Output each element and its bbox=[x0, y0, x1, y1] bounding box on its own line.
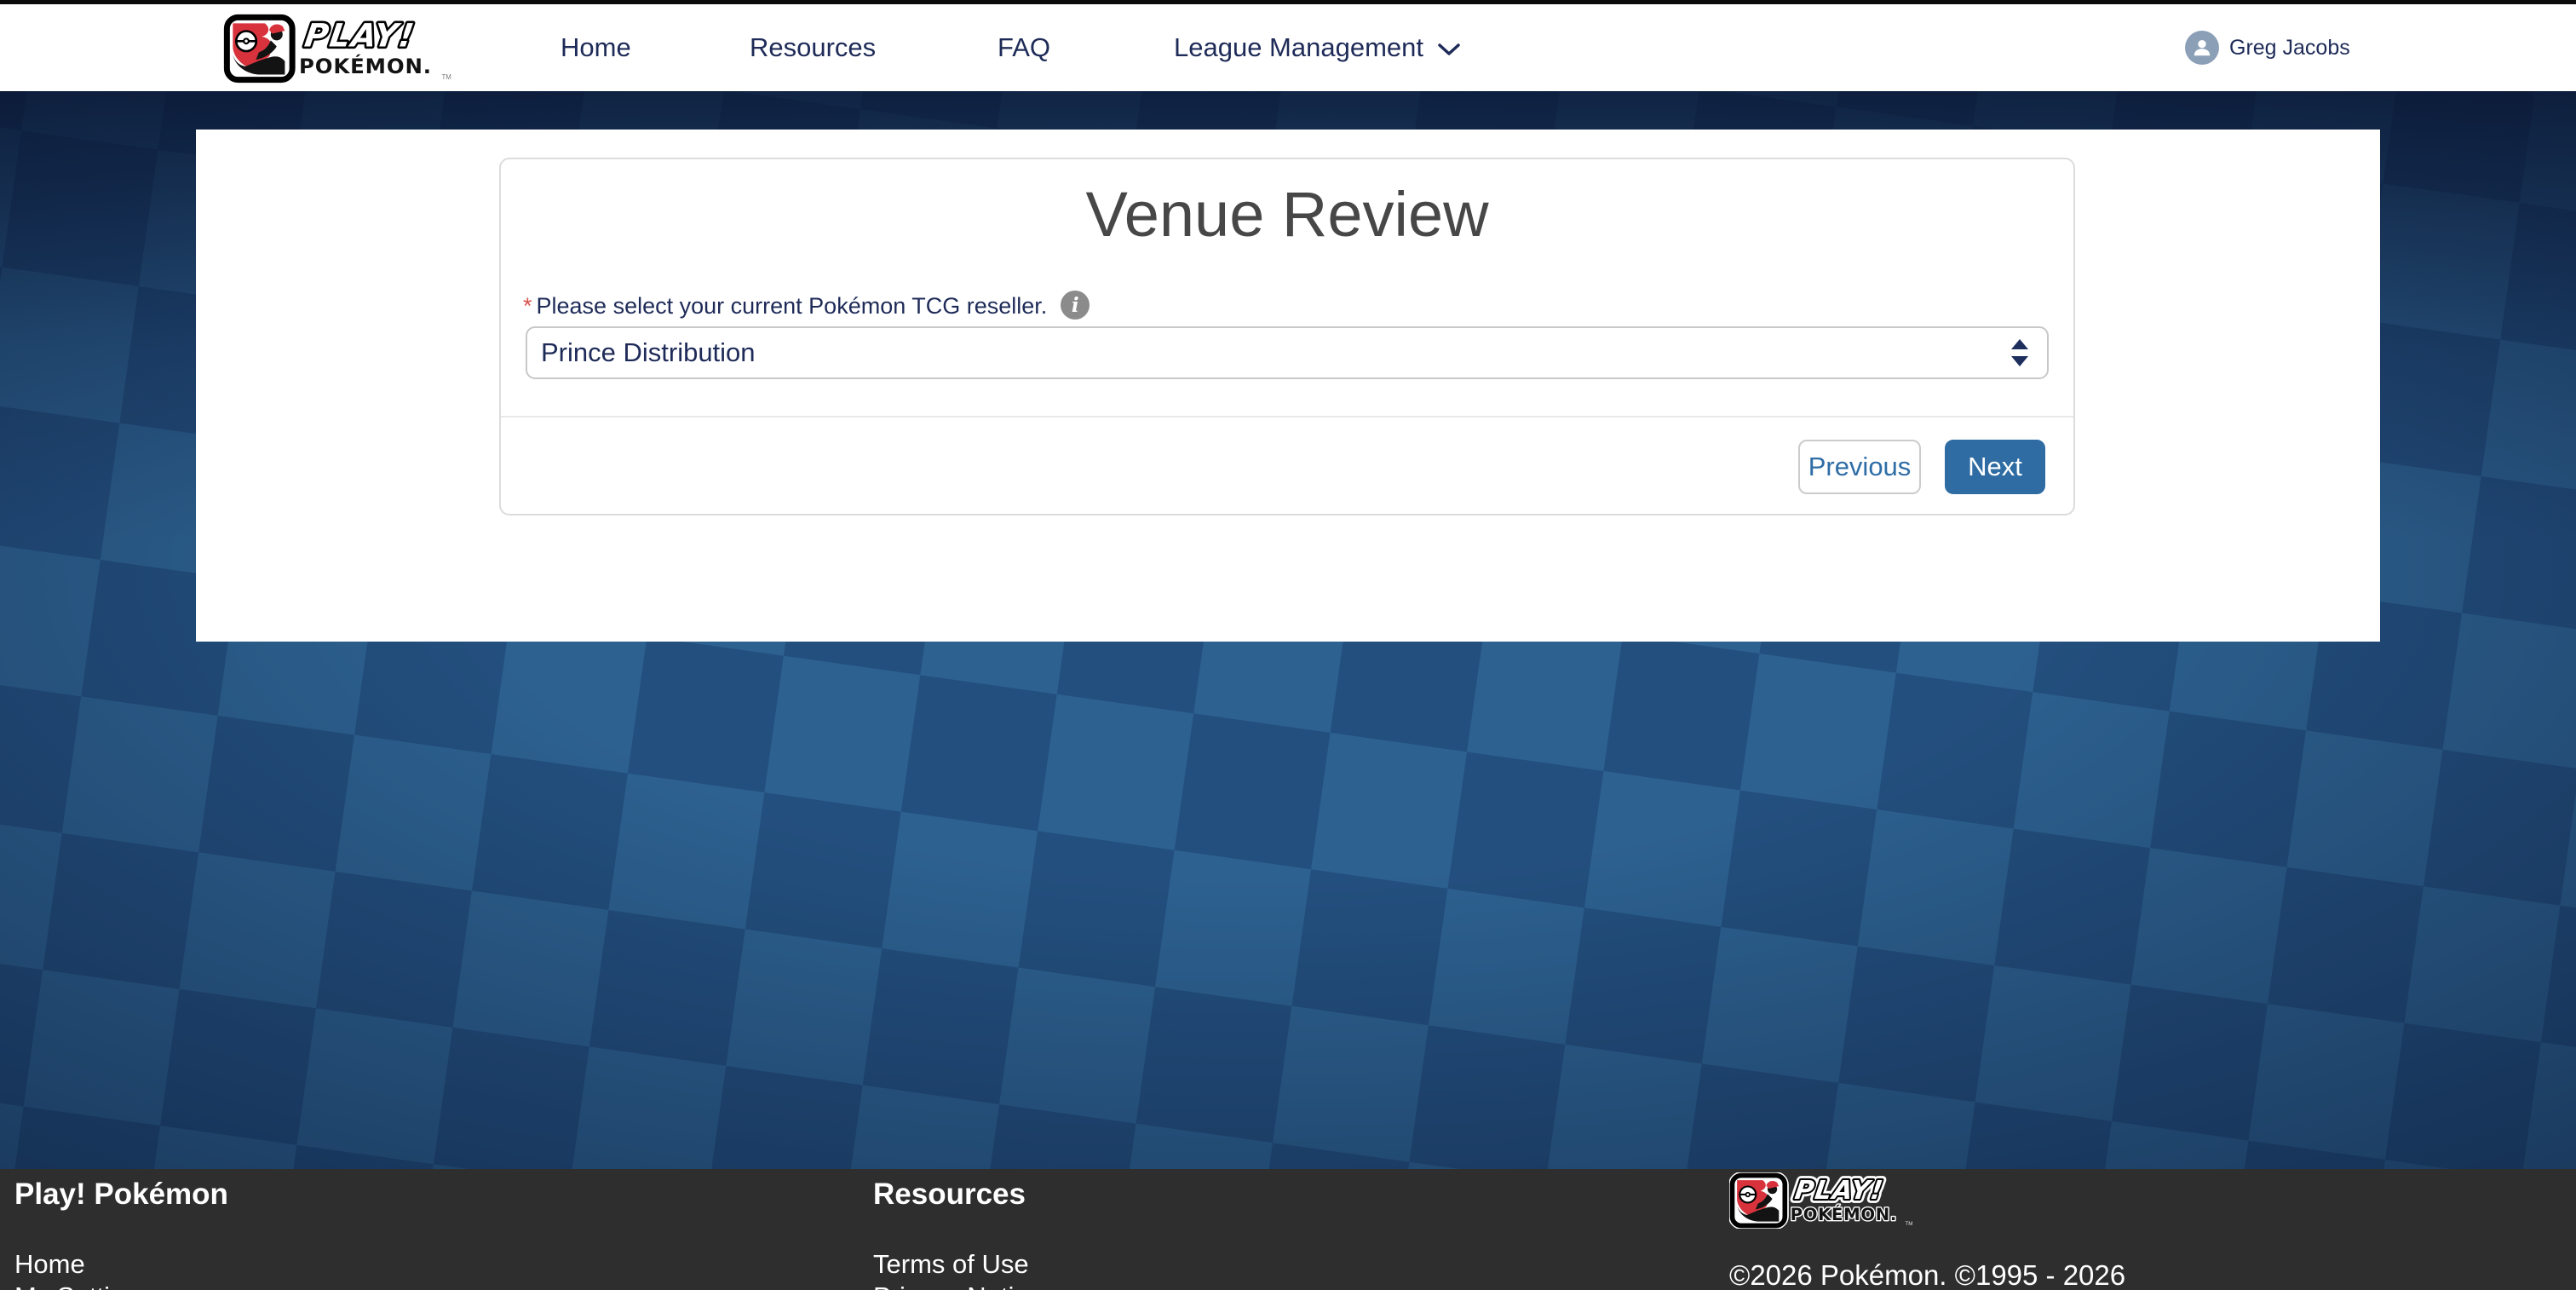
footer-heading-resources: Resources bbox=[873, 1176, 1042, 1213]
select-stepper-icon bbox=[2011, 339, 2028, 366]
footer-logo-tm-mark: TM bbox=[1905, 1221, 1912, 1227]
venue-review-card: Venue Review * Please select your curren… bbox=[499, 158, 2075, 515]
reseller-selected-value: Prince Distribution bbox=[541, 337, 756, 368]
play-pokemon-logo[interactable]: PLAY! PLAY! POKÉMON. TM bbox=[223, 14, 487, 84]
reseller-question-label: Please select your current Pokémon TCG r… bbox=[537, 291, 1048, 320]
nav-item-faq[interactable]: FAQ bbox=[998, 4, 1050, 91]
footer-link-home[interactable]: Home bbox=[14, 1248, 228, 1281]
footer-link-terms-of-use[interactable]: Terms of Use bbox=[873, 1248, 1042, 1281]
logo-pokeball-dot bbox=[244, 40, 247, 43]
previous-button[interactable]: Previous bbox=[1798, 440, 1921, 494]
page-title: Venue Review bbox=[501, 178, 2073, 251]
top-black-bar bbox=[0, 0, 2576, 4]
footer-logo-play-text: PLAY! bbox=[1793, 1176, 1886, 1206]
footer-logo-pokeball-dot bbox=[1746, 1194, 1749, 1196]
copyright-text: ©2026 Pokémon. ©1995 - 2026 bbox=[1729, 1258, 2125, 1290]
footer-link-my-settings[interactable]: My Settings bbox=[14, 1281, 228, 1290]
logo-pokemon-text: POKÉMON. bbox=[299, 54, 432, 78]
content-panel: Venue Review * Please select your curren… bbox=[196, 130, 2380, 642]
user-name: Greg Jacobs bbox=[2229, 36, 2350, 60]
reseller-select[interactable]: Prince Distribution bbox=[526, 326, 2049, 379]
chevron-down-icon bbox=[1437, 43, 1461, 57]
logo-play-text: PLAY! bbox=[302, 17, 417, 55]
nav-item-league-management-label: League Management bbox=[1174, 32, 1423, 63]
user-menu[interactable]: Greg Jacobs bbox=[2185, 4, 2350, 91]
logo-tm-mark: TM bbox=[441, 73, 451, 81]
footer-link-privacy-notice[interactable]: Privacy Notice bbox=[873, 1281, 1042, 1290]
footer-logo-pokemon-text: POKÉMON. bbox=[1791, 1205, 1897, 1224]
footer-column-resources: Resources Terms of Use Privacy Notice bbox=[873, 1176, 1042, 1290]
nav-item-league-management[interactable]: League Management bbox=[1174, 4, 1461, 91]
card-action-buttons: Previous Next bbox=[1798, 440, 2045, 494]
footer-column-logo: PLAY! PLAY! POKÉMON. TM ©2026 Pokémon. ©… bbox=[1729, 1172, 2125, 1290]
card-footer-divider bbox=[501, 416, 2073, 418]
header-nav-bar: PLAY! PLAY! POKÉMON. TM Home Resources F… bbox=[0, 4, 2576, 91]
page-footer: Play! Pokémon Home My Settings Resources… bbox=[0, 1169, 2576, 1290]
next-button[interactable]: Next bbox=[1945, 440, 2045, 494]
avatar bbox=[2185, 31, 2219, 65]
reseller-label-row: * Please select your current Pokémon TCG… bbox=[523, 291, 1090, 320]
select-arrow-down-icon bbox=[2011, 356, 2028, 366]
nav-item-home[interactable]: Home bbox=[561, 4, 631, 91]
person-icon bbox=[2191, 37, 2213, 59]
footer-column-play-pokemon: Play! Pokémon Home My Settings bbox=[14, 1176, 228, 1290]
nav-item-resources[interactable]: Resources bbox=[750, 4, 876, 91]
info-icon[interactable]: i bbox=[1061, 291, 1090, 320]
select-arrow-up-icon bbox=[2011, 339, 2028, 349]
footer-play-pokemon-logo: PLAY! PLAY! POKÉMON. TM bbox=[1729, 1172, 1956, 1229]
required-asterisk: * bbox=[523, 291, 532, 320]
footer-heading-play-pokemon: Play! Pokémon bbox=[14, 1176, 228, 1213]
